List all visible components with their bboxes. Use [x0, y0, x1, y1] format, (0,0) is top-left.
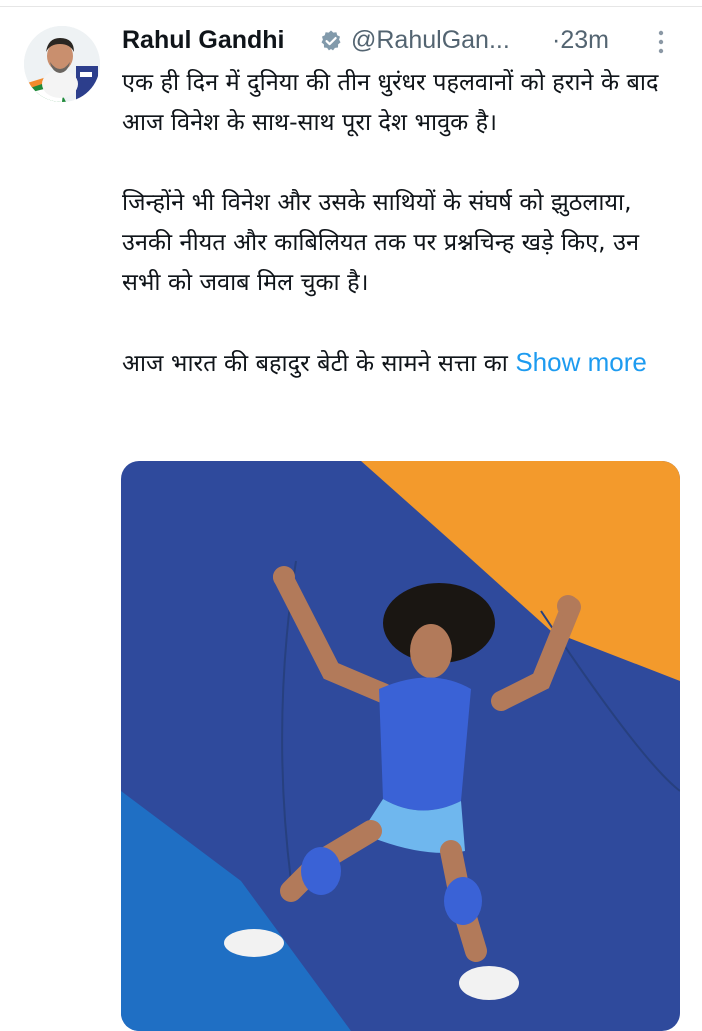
author-name[interactable]: Rahul Gandhi: [122, 24, 285, 56]
wrestler-photo: [121, 461, 680, 1031]
tweet-paragraph-text: आज भारत की बहादुर बेटी के सामने सत्ता का: [122, 349, 508, 377]
author-handle[interactable]: @RahulGan...: [351, 24, 510, 56]
tweet-timestamp[interactable]: ·23m: [552, 24, 609, 56]
tweet-media-image[interactable]: [121, 461, 680, 1031]
more-vertical-icon[interactable]: [652, 28, 670, 56]
tweet-paragraph: एक ही दिन में दुनिया की तीन धुरंधर पहलवा…: [122, 68, 659, 136]
top-divider: [0, 6, 702, 7]
show-more-link[interactable]: Show more: [515, 347, 647, 377]
tweet-paragraph-last: आज भारत की बहादुर बेटी के सामने सत्ता का…: [122, 342, 682, 383]
avatar-image: [24, 26, 100, 102]
verified-badge-icon: [321, 30, 341, 51]
tweet-paragraph: जिन्होंने भी विनेश और उसके साथियों के सं…: [122, 188, 639, 296]
tweet-text: एक ही दिन में दुनिया की तीन धुरंधर पहलवा…: [122, 62, 682, 383]
tweet-header: Rahul Gandhi @RahulGan... ·23m: [122, 24, 682, 58]
avatar[interactable]: [24, 26, 100, 102]
